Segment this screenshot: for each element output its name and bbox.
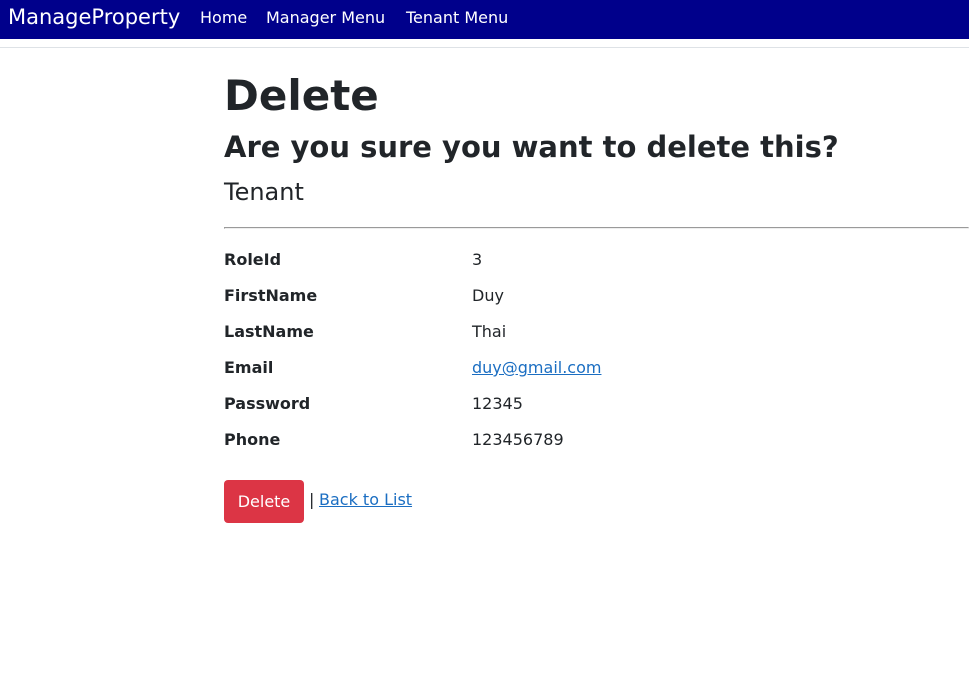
email-link[interactable]: duy@gmail.com [472, 358, 601, 377]
field-label-roleid: RoleId [224, 250, 282, 269]
field-value-roleid: 3 [472, 250, 483, 269]
field-value-lastname: Thai [472, 322, 507, 341]
back-to-list-link[interactable]: Back to List [319, 490, 412, 509]
field-label-password: Password [224, 394, 311, 413]
divider [224, 227, 969, 229]
nav-link-tenant-menu[interactable]: Tenant Menu [406, 8, 508, 27]
top-navbar: ManageProperty Home Manager Menu Tenant … [0, 0, 969, 39]
field-label-firstname: FirstName [224, 286, 318, 305]
field-label-lastname: LastName [224, 322, 314, 341]
delete-button[interactable]: Delete [224, 480, 304, 523]
field-value-password: 12345 [472, 394, 523, 413]
field-value-email-cell: duy@gmail.com [472, 358, 601, 377]
field-value-phone: 123456789 [472, 430, 564, 449]
nav-link-manager-menu[interactable]: Manager Menu [266, 8, 385, 27]
brand-link[interactable]: ManageProperty [8, 5, 180, 29]
action-separator: | [309, 490, 315, 509]
field-label-phone: Phone [224, 430, 281, 449]
page-title: Delete [224, 71, 379, 120]
field-value-firstname: Duy [472, 286, 504, 305]
confirm-heading: Are you sure you want to delete this? [224, 130, 839, 164]
entity-heading: Tenant [224, 178, 304, 206]
field-label-email: Email [224, 358, 274, 377]
nav-link-home[interactable]: Home [200, 8, 247, 27]
navbar-bottom-border [0, 47, 969, 48]
